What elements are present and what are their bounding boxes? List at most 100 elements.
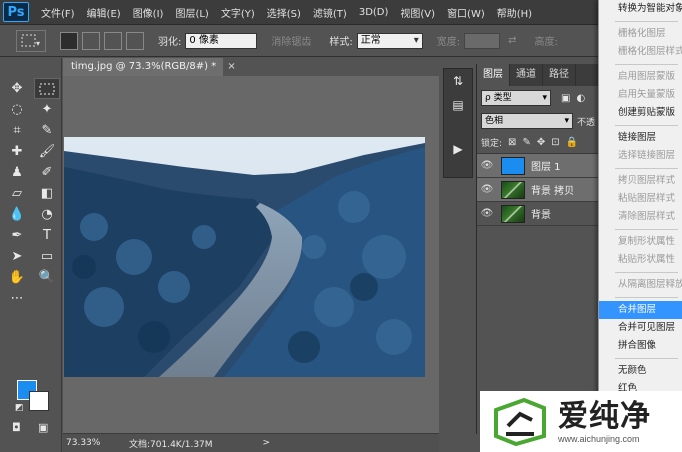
zoom-tool-icon[interactable]: 🔍 (34, 267, 60, 288)
context-menu-item: 选择链接图层 (618, 150, 676, 161)
menu-separator (615, 125, 678, 126)
filter-image-icon[interactable]: ▣ (561, 93, 570, 104)
layer-thumbnail (501, 180, 525, 199)
screen-mode-icon[interactable]: ▣ (38, 421, 48, 434)
panel-tabs: 图层 通道 路径 (477, 64, 598, 86)
path-select-tool-icon[interactable]: ➤ (4, 246, 30, 267)
status-arrow-icon[interactable]: > (263, 438, 271, 448)
context-menu-item: 粘贴图层样式 (618, 193, 676, 204)
visibility-eye-icon[interactable]: 👁 (477, 208, 497, 219)
history-panel-icon[interactable]: ⇅ (444, 69, 472, 93)
lock-label: 锁定: (481, 139, 503, 149)
menu-view[interactable]: 视图(V) (400, 5, 435, 20)
zoom-level[interactable]: 73.33% (63, 438, 109, 448)
brush-tool-icon[interactable]: 🖌 (34, 141, 60, 162)
actions-panel-icon[interactable]: ▶ (444, 137, 472, 161)
tab-layers[interactable]: 图层 (477, 64, 510, 86)
lock-transparency-icon[interactable]: ⊠ (508, 137, 516, 148)
rectangle-tool-icon[interactable]: ▭ (34, 246, 60, 267)
stamp-tool-icon[interactable]: ♟ (4, 162, 30, 183)
move-tool-icon[interactable]: ✥ (4, 78, 30, 99)
antialias-checkbox[interactable]: 消除锯齿 (271, 33, 311, 48)
gradient-tool-icon[interactable]: ◧ (34, 183, 60, 204)
filter-adjust-icon[interactable]: ◐ (576, 93, 585, 104)
lasso-tool-icon[interactable]: ◌ (4, 99, 30, 120)
dodge-tool-icon[interactable]: ◔ (34, 204, 60, 225)
context-menu-item[interactable]: 合并可见图层 (599, 319, 682, 337)
lock-pixels-icon[interactable]: ✎ (522, 137, 530, 148)
context-menu-item[interactable]: 创建剪贴蒙版 (599, 104, 682, 122)
context-menu-item: 复制形状属性 (618, 236, 676, 247)
eraser-tool-icon[interactable]: ▱ (4, 183, 30, 204)
layers-panel: 图层 通道 路径 ρ 类型 ▣ ◐ 色相 不透 锁定: ⊠ ✎ ✥ ⊡ 🔒 👁 … (476, 64, 598, 434)
subtract-selection-button[interactable] (104, 31, 122, 50)
style-select[interactable]: 正常 (356, 32, 423, 49)
lock-all-icon[interactable]: 🔒 (566, 137, 578, 148)
more-tools-icon[interactable]: ⋯ (4, 288, 30, 309)
new-selection-button[interactable] (60, 31, 78, 50)
watermark: 爱纯净 www.aichunjing.com (480, 391, 682, 452)
menu-separator (615, 272, 678, 273)
feather-input[interactable]: 0 像素 (185, 32, 258, 49)
tab-channels[interactable]: 通道 (510, 64, 543, 86)
default-colors-icon[interactable]: ◩ (15, 403, 24, 413)
marquee-tool-icon[interactable] (34, 78, 60, 99)
width-input[interactable] (464, 32, 501, 49)
layer-row[interactable]: 👁 图层 1 (477, 154, 598, 178)
blur-tool-icon[interactable]: 💧 (4, 204, 30, 225)
layer-row[interactable]: 👁 背景 (477, 202, 598, 226)
intersect-selection-button[interactable] (126, 31, 144, 50)
tab-paths[interactable]: 路径 (543, 64, 576, 86)
healing-brush-tool-icon[interactable]: ✚ (4, 141, 30, 162)
feather-label: 羽化: (158, 37, 182, 48)
visibility-eye-icon[interactable]: 👁 (477, 160, 497, 171)
menu-separator (615, 21, 678, 22)
menu-window[interactable]: 窗口(W) (447, 5, 485, 20)
crop-tool-icon[interactable]: ⌗ (4, 120, 30, 141)
close-icon[interactable]: × (227, 61, 235, 72)
menu-select[interactable]: 选择(S) (267, 5, 301, 20)
lock-position-icon[interactable]: ✥ (537, 137, 545, 148)
pen-tool-icon[interactable]: ✒ (4, 225, 30, 246)
blend-mode-select[interactable]: 色相 (481, 113, 573, 129)
tool-preset-picker[interactable]: ▾ (16, 29, 46, 52)
document-tab[interactable]: timg.jpg @ 73.3%(RGB/8#) * × (63, 58, 236, 76)
hand-tool-icon[interactable]: ✋ (4, 267, 30, 288)
eyedropper-tool-icon[interactable]: ✎ (34, 120, 60, 141)
add-to-selection-button[interactable] (82, 31, 100, 50)
layer-row[interactable]: 👁 背景 拷贝 (477, 178, 598, 202)
tools-panel: ✥ ◌ ✦ ⌗ ✎ ✚ 🖌 ♟ ✐ ▱ ◧ 💧 ◔ ✒ T ➤ ▭ ✋ 🔍 ⋯ … (0, 58, 62, 452)
menu-separator (615, 64, 678, 65)
type-tool-icon[interactable]: T (34, 225, 60, 246)
visibility-eye-icon[interactable]: 👁 (477, 184, 497, 195)
context-menu-item: 启用矢量蒙版 (618, 89, 676, 100)
menu-file[interactable]: 文件(F) (41, 5, 75, 20)
menu-layer[interactable]: 图层(L) (175, 5, 208, 20)
menu-image[interactable]: 图像(I) (133, 5, 164, 20)
options-bar: ▾ 羽化: 0 像素 消除锯齿 样式: 正常 宽度: ⇄ 高度: (0, 25, 682, 57)
background-color-swatch[interactable] (29, 391, 49, 411)
brand-logo-icon (494, 397, 546, 446)
layer-context-menu: 转换为智能对象 栅格化图层 栅格化图层样式 启用图层蒙版 启用矢量蒙版 创建剪贴蒙版 链接图… (598, 0, 682, 395)
context-menu-item[interactable]: 链接图层 (599, 129, 682, 147)
menu-help[interactable]: 帮助(H) (497, 5, 532, 20)
layer-filter-select[interactable]: ρ 类型 (481, 90, 551, 106)
magic-wand-tool-icon[interactable]: ✦ (34, 99, 60, 120)
menu-filter[interactable]: 滤镜(T) (313, 5, 347, 20)
menu-3d[interactable]: 3D(D) (359, 7, 389, 18)
context-menu-item[interactable]: 拼合图像 (599, 337, 682, 355)
swap-icon[interactable]: ⇄ (508, 35, 516, 46)
properties-panel-icon[interactable]: ▤ (444, 93, 472, 117)
menu-edit[interactable]: 编辑(E) (87, 5, 121, 20)
svg-text:▾: ▾ (36, 39, 40, 48)
menu-type[interactable]: 文字(Y) (221, 5, 255, 20)
context-menu-item[interactable]: 无颜色 (599, 362, 682, 380)
landscape-photo (64, 137, 425, 377)
context-menu-item[interactable]: 转换为智能对象 (599, 0, 682, 18)
lock-artboard-icon[interactable]: ⊡ (551, 137, 559, 148)
document-canvas-image[interactable] (64, 137, 425, 377)
history-brush-tool-icon[interactable]: ✐ (34, 162, 60, 183)
context-menu-item[interactable]: 合并图层 (599, 301, 682, 319)
layer-name: 图层 1 (531, 162, 561, 173)
quick-mask-icon[interactable]: ◘ (12, 421, 21, 434)
